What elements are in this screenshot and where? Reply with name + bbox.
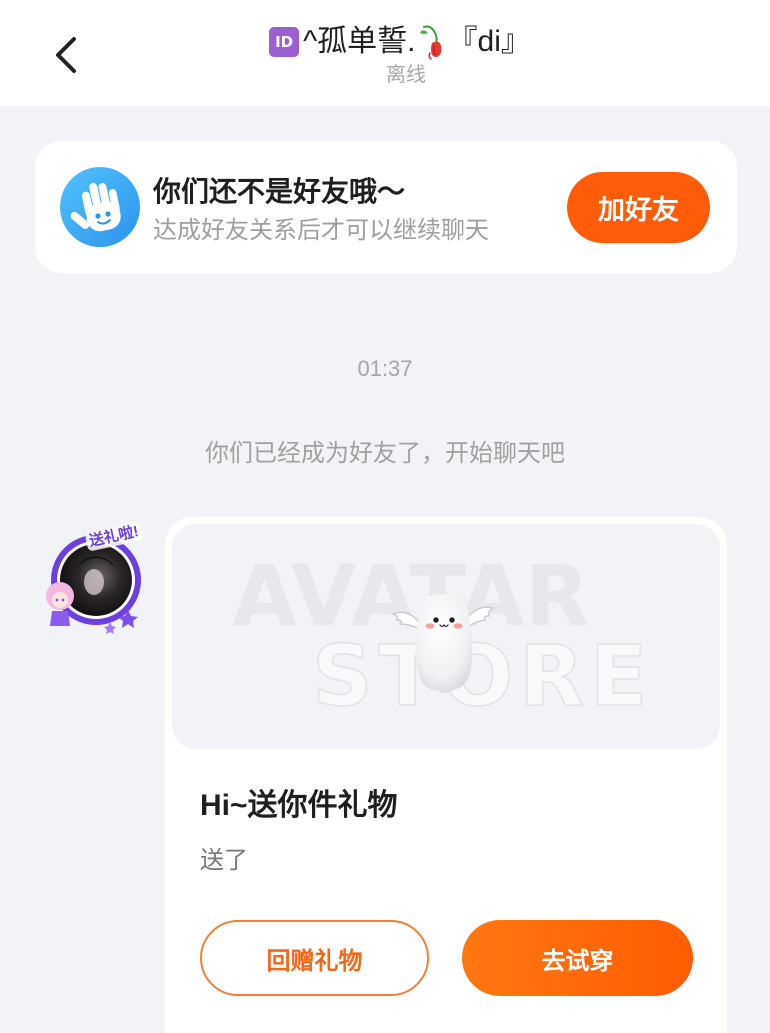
wilted-rose-icon (419, 25, 442, 60)
contact-name: ID ^孤单誓. 『di』 (0, 22, 770, 62)
online-status: 离线 (386, 64, 426, 86)
gift-title: Hi~送你件礼物 (200, 789, 398, 822)
return-gift-button[interactable]: 回赠礼物 (200, 920, 429, 996)
gift-item-preview[interactable]: AVATAR STORE (172, 524, 720, 749)
contact-name-suffix: 『di』 (447, 25, 531, 58)
message-timestamp: 01:37 (357, 356, 413, 381)
try-on-button[interactable]: 去试穿 (462, 920, 693, 996)
notice-subtitle: 达成好友关系后才可以继续聊天 (153, 217, 489, 244)
notice-title: 你们还不是好友哦～ (153, 176, 406, 207)
gift-message-card: AVATAR STORE Hi~送你件礼物 送了 回赠礼物 去试穿 (165, 517, 727, 1033)
add-friend-button[interactable]: 加好友 (567, 172, 710, 243)
gift-subtitle: 送了 (200, 847, 248, 874)
system-message: 你们已经成为好友了，开始聊天吧 (205, 440, 565, 467)
not-friends-notice: 你们还不是好友哦～ 达成好友关系后才可以继续聊天 加好友 (35, 141, 737, 273)
ghost-plush-item (390, 593, 495, 693)
contact-name-text: ^孤单誓. (303, 25, 416, 58)
id-badge-icon: ID (269, 27, 300, 57)
waving-hand-icon (60, 167, 140, 247)
sender-avatar[interactable]: 送礼啦! (40, 522, 146, 636)
chat-header: ID ^孤单誓. 『di』 离线 (0, 0, 770, 106)
